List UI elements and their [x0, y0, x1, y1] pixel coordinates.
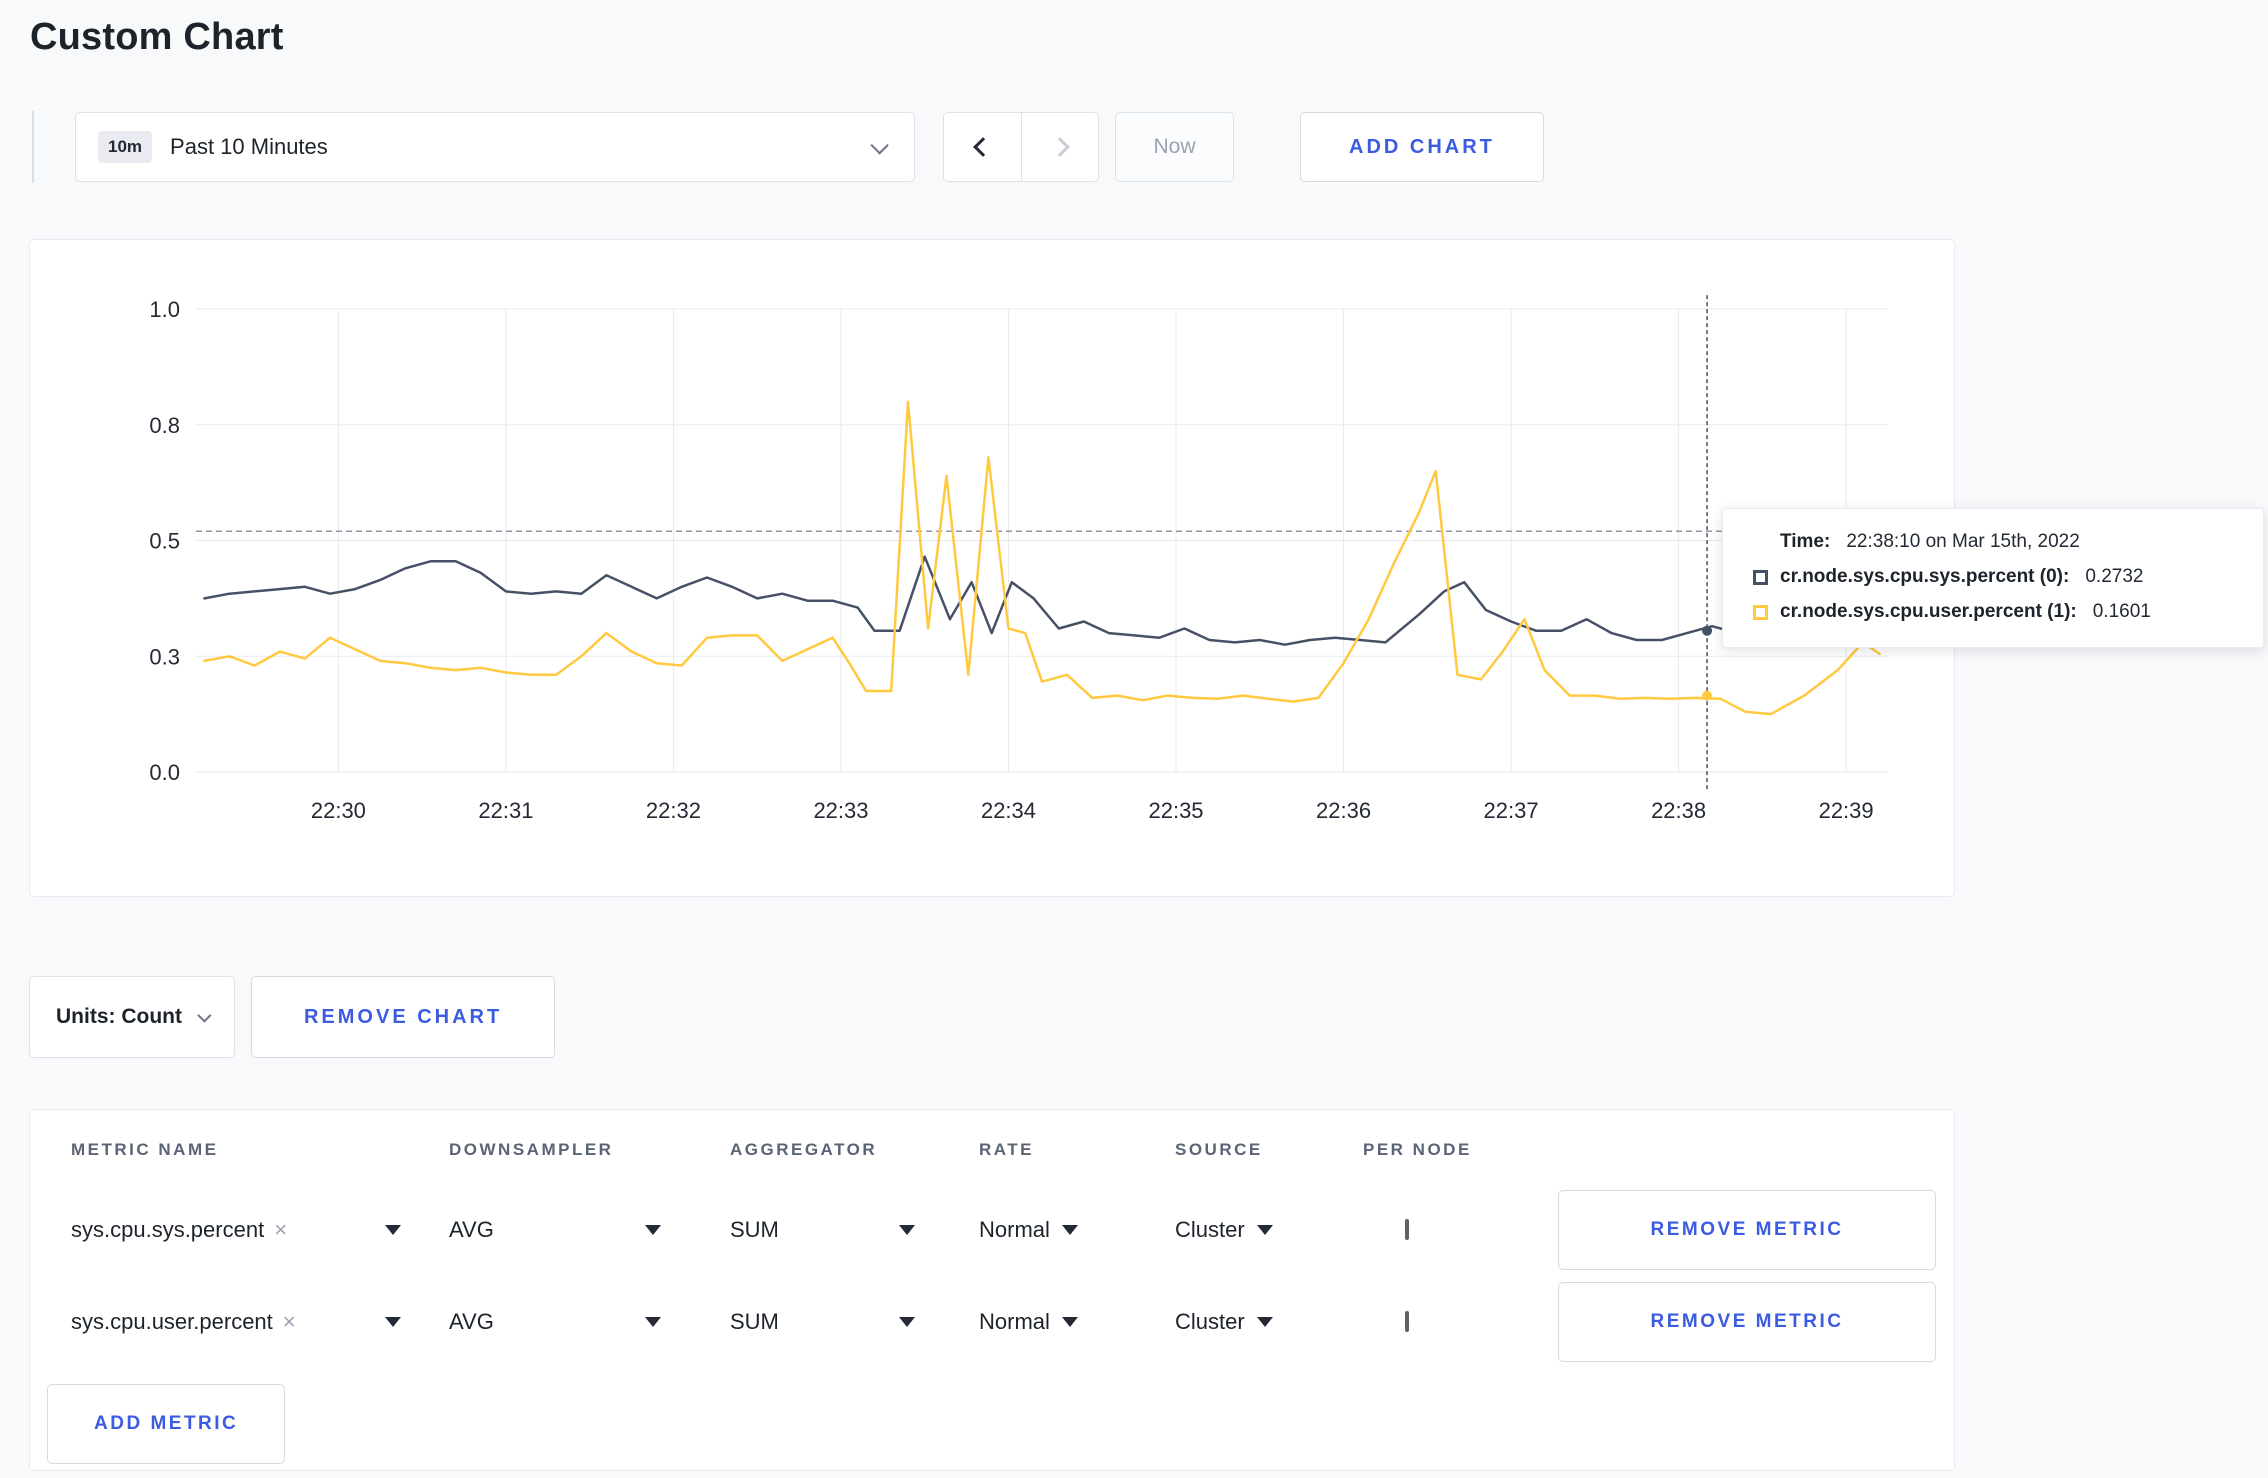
aggregator-select[interactable]: SUM — [730, 1217, 915, 1243]
svg-text:22:30: 22:30 — [311, 798, 366, 823]
clear-metric-icon[interactable]: × — [274, 1217, 287, 1243]
custom-chart-page: Custom Chart 10m Past 10 Minutes Now ADD… — [0, 0, 2268, 1478]
series-sys-swatch-icon — [1753, 569, 1768, 585]
time-range-badge: 10m — [98, 131, 153, 163]
col-header-aggregator: AGGREGATOR — [730, 1140, 878, 1159]
svg-text:1.0: 1.0 — [149, 297, 180, 322]
svg-text:22:31: 22:31 — [478, 798, 533, 823]
units-row: Units: Count REMOVE CHART — [29, 976, 2268, 1058]
dropdown-caret-icon — [899, 1225, 915, 1235]
now-button[interactable]: Now — [1115, 112, 1234, 182]
dropdown-caret-icon — [1061, 1225, 1078, 1235]
time-step-buttons — [943, 112, 1099, 182]
svg-text:0.3: 0.3 — [149, 644, 180, 669]
remove-metric-button[interactable]: REMOVE METRIC — [1558, 1282, 1936, 1362]
svg-text:22:39: 22:39 — [1819, 798, 1874, 823]
clear-metric-icon[interactable]: × — [283, 1309, 296, 1335]
svg-text:0.0: 0.0 — [149, 760, 180, 785]
svg-text:22:32: 22:32 — [646, 798, 701, 823]
dropdown-caret-icon — [645, 1317, 661, 1327]
tooltip-series-name: cr.node.sys.cpu.sys.percent (0): — [1780, 566, 2070, 587]
dropdown-caret-icon — [1256, 1317, 1273, 1327]
tooltip-time-row: Time: 22:38:10 on Mar 15th, 2022 — [1753, 531, 2237, 553]
add-metric-button[interactable]: ADD METRIC — [47, 1384, 286, 1464]
svg-text:22:33: 22:33 — [813, 798, 868, 823]
per-node-checkbox[interactable] — [1405, 1311, 1409, 1332]
dropdown-caret-icon — [1061, 1317, 1078, 1327]
col-header-rate: RATE — [979, 1140, 1035, 1159]
controls-row: 10m Past 10 Minutes Now ADD CHART — [0, 111, 2268, 183]
svg-text:22:36: 22:36 — [1316, 798, 1371, 823]
tooltip-series-row: cr.node.sys.cpu.sys.percent (0): 0.2732 — [1753, 566, 2237, 588]
rate-select[interactable]: Normal — [979, 1309, 1175, 1335]
source-select[interactable]: Cluster — [1175, 1217, 1363, 1243]
downsampler-select[interactable]: AVG — [449, 1217, 661, 1243]
svg-text:22:37: 22:37 — [1484, 798, 1539, 823]
time-range-select[interactable]: 10m Past 10 Minutes — [75, 112, 915, 182]
chevron-down-icon — [197, 1008, 212, 1023]
left-divider — [32, 111, 34, 183]
add-chart-button[interactable]: ADD CHART — [1300, 112, 1544, 182]
metric-row: sys.cpu.sys.percent × AVG SUM Normal Clu… — [30, 1184, 1954, 1276]
chevron-down-icon — [870, 135, 889, 155]
metric-name-value: sys.cpu.user.percent — [71, 1309, 273, 1334]
svg-text:22:34: 22:34 — [981, 798, 1036, 823]
metrics-table-header: METRIC NAME DOWNSAMPLER AGGREGATOR RATE … — [30, 1140, 1954, 1184]
tooltip-series-value: 0.1601 — [2092, 601, 2151, 622]
col-header-metric-name: METRIC NAME — [71, 1140, 219, 1159]
source-select[interactable]: Cluster — [1175, 1309, 1363, 1335]
tooltip-series-value: 0.2732 — [2085, 566, 2144, 587]
metrics-table-card: METRIC NAME DOWNSAMPLER AGGREGATOR RATE … — [29, 1109, 1955, 1471]
chart-card: 22:30 22:31 22:32 22:33 22:34 22:35 22:36 22:37… — [29, 239, 1955, 897]
svg-text:22:38: 22:38 — [1651, 798, 1706, 823]
aggregator-select[interactable]: SUM — [730, 1309, 915, 1335]
col-header-source: SOURCE — [1175, 1140, 1263, 1159]
metric-name-select[interactable]: sys.cpu.sys.percent × — [71, 1217, 401, 1243]
per-node-checkbox[interactable] — [1405, 1219, 1409, 1240]
metric-name-value: sys.cpu.sys.percent — [71, 1217, 265, 1242]
downsampler-select[interactable]: AVG — [449, 1309, 661, 1335]
svg-text:0.8: 0.8 — [149, 413, 180, 438]
time-forward-button[interactable] — [1021, 113, 1098, 181]
dropdown-caret-icon — [645, 1225, 661, 1235]
units-select[interactable]: Units: Count — [29, 976, 235, 1058]
chevron-left-icon — [972, 137, 993, 157]
svg-text:22:35: 22:35 — [1148, 798, 1203, 823]
metric-row: sys.cpu.user.percent × AVG SUM Normal Cl… — [30, 1276, 1954, 1368]
rate-select[interactable]: Normal — [979, 1217, 1175, 1243]
dropdown-caret-icon — [385, 1317, 401, 1327]
tooltip-series-row: cr.node.sys.cpu.user.percent (1): 0.1601 — [1753, 601, 2237, 623]
tooltip-time-value: 22:38:10 on Mar 15th, 2022 — [1846, 531, 2080, 552]
remove-chart-button[interactable]: REMOVE CHART — [250, 976, 556, 1058]
dropdown-caret-icon — [1256, 1225, 1273, 1235]
tooltip-time-label: Time: — [1780, 531, 1831, 552]
svg-text:0.5: 0.5 — [149, 529, 180, 554]
chevron-right-icon — [1050, 137, 1070, 157]
chart-tooltip: Time: 22:38:10 on Mar 15th, 2022 cr.node… — [1722, 508, 2264, 648]
tooltip-series-name: cr.node.sys.cpu.user.percent (1): — [1780, 601, 2077, 622]
metric-name-select[interactable]: sys.cpu.user.percent × — [71, 1309, 401, 1335]
metrics-line-chart[interactable]: 22:30 22:31 22:32 22:33 22:34 22:35 22:36 22:37… — [30, 240, 1956, 898]
series-user-swatch-icon — [1753, 604, 1768, 620]
dropdown-caret-icon — [385, 1225, 401, 1235]
dropdown-caret-icon — [899, 1317, 915, 1327]
time-back-button[interactable] — [944, 113, 1021, 181]
remove-metric-button[interactable]: REMOVE METRIC — [1558, 1190, 1936, 1270]
units-label: Units: Count — [56, 1005, 182, 1028]
page-title: Custom Chart — [30, 16, 284, 58]
col-header-downsampler: DOWNSAMPLER — [449, 1140, 614, 1159]
col-header-per-node: PER NODE — [1363, 1140, 1472, 1159]
time-range-label: Past 10 Minutes — [170, 134, 328, 159]
